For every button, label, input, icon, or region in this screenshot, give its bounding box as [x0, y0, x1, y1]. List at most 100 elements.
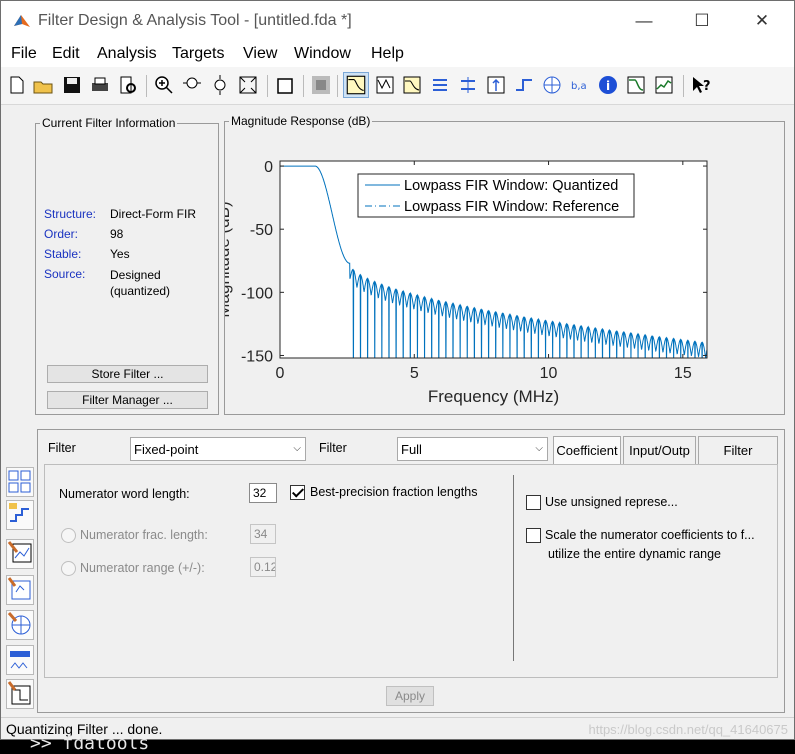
zoom-x-icon[interactable]: [181, 74, 203, 96]
stable-label: Stable:: [44, 247, 82, 261]
sidebar-transform-button[interactable]: [6, 539, 34, 569]
pole-zero-editor-icon: [7, 612, 31, 635]
title-bar: Filter Design & Analysis Tool - [untitle…: [1, 1, 794, 41]
full-view-icon[interactable]: [237, 74, 259, 96]
fdatool-window: Filter Design & Analysis Tool - [untitle…: [0, 0, 795, 740]
design-mode-sidebar: [1, 121, 35, 721]
information-icon[interactable]: i: [597, 74, 619, 96]
numerator-frac-length-field[interactable]: 34: [250, 524, 276, 544]
numerator-word-length-label: Numerator word length:: [59, 487, 190, 501]
tab-filter-internals[interactable]: Filter: [698, 436, 778, 466]
column-divider: [513, 475, 514, 661]
menu-file[interactable]: File: [11, 45, 37, 63]
numerator-range-field[interactable]: 0.12: [250, 557, 276, 577]
design-filter-icon: [7, 681, 31, 705]
phase-delay-icon[interactable]: [457, 74, 479, 96]
menu-targets[interactable]: Targets: [172, 45, 224, 63]
new-file-icon[interactable]: [6, 74, 28, 96]
toolbar: b,a i ?: [1, 67, 794, 105]
menu-window[interactable]: Window: [294, 45, 351, 63]
x-tick-label: 15: [674, 365, 692, 382]
quantize-icon: [9, 503, 29, 522]
filter-arithmetic-select[interactable]: Fixed-point ⌵: [130, 437, 306, 461]
filter-coefficients-icon[interactable]: b,a: [569, 74, 591, 96]
magnitude-estimate-icon[interactable]: [625, 74, 647, 96]
stable-value: Yes: [110, 247, 130, 261]
magnitude-response-chart: 0 5 10 15 0 -50 -100 -150 Frequency (MHz) Magnitu…: [225, 159, 708, 406]
legend-entry-2: Lowpass FIR Window: Reference: [404, 199, 619, 215]
zoom-in-icon[interactable]: [153, 74, 175, 96]
minimize-button[interactable]: —: [621, 1, 667, 41]
menu-analysis[interactable]: Analysis: [97, 45, 157, 63]
tab-coefficient[interactable]: Coefficient: [553, 436, 621, 466]
svg-text:b,a: b,a: [571, 81, 587, 92]
scale-numerator-label-2: utilize the entire dynamic range: [548, 547, 722, 561]
order-label: Order:: [44, 227, 79, 241]
y-tick-label: 0: [264, 159, 273, 176]
round-off-noise-icon[interactable]: [653, 74, 675, 96]
filter-precision-select[interactable]: Full ⌵: [397, 437, 548, 461]
group-delay-icon[interactable]: [429, 74, 451, 96]
magnitude-phase-icon[interactable]: [401, 74, 423, 96]
step-response-icon[interactable]: [513, 74, 535, 96]
scale-numerator-label: Scale the numerator coefficients to f...: [545, 528, 755, 542]
sidebar-pole-zero-editor-button[interactable]: [6, 610, 34, 640]
structure-label: Structure:: [44, 207, 97, 221]
maximize-button[interactable]: ☐: [679, 1, 725, 41]
pole-zero-icon[interactable]: [541, 74, 563, 96]
numerator-range-label: Numerator range (+/-):: [80, 561, 205, 575]
best-precision-checkbox[interactable]: [290, 485, 305, 500]
command-text: >> fdatools: [30, 733, 150, 754]
sidebar-realize-model-button[interactable]: [6, 467, 34, 497]
print-preview-icon[interactable]: [117, 74, 139, 96]
numerator-word-length-field[interactable]: 32: [249, 483, 277, 503]
sidebar-multirate-button[interactable]: [6, 645, 34, 675]
chevron-down-icon: ⌵: [293, 443, 301, 454]
menu-help[interactable]: Help: [371, 45, 404, 63]
use-unsigned-checkbox[interactable]: [526, 495, 541, 510]
numerator-frac-length-label: Numerator frac. length:: [80, 528, 208, 542]
magnitude-response-icon: [346, 75, 366, 95]
zoom-y-icon[interactable]: [209, 74, 231, 96]
numerator-frac-length-radio[interactable]: [61, 528, 76, 543]
transform-filter-icon: [7, 541, 32, 563]
store-filter-button[interactable]: Store Filter ...: [47, 365, 208, 383]
magnitude-response-button[interactable]: [343, 72, 369, 98]
menu-view[interactable]: View: [243, 45, 277, 63]
menu-bar: File Edit Analysis Targets View Window H…: [1, 41, 794, 67]
apply-button[interactable]: Apply: [386, 686, 434, 706]
structure-value: Direct-Form FIR: [110, 207, 196, 221]
best-precision-label: Best-precision fraction lengths: [310, 485, 478, 499]
save-icon[interactable]: [61, 74, 83, 96]
open-folder-icon[interactable]: [32, 74, 54, 96]
y-axis-label: Magnitude (dB): [225, 201, 233, 317]
impulse-response-icon[interactable]: [485, 74, 507, 96]
sidebar-design-filter-button[interactable]: [6, 679, 34, 709]
import-filter-icon: [7, 577, 31, 600]
x-axis-label: Frequency (MHz): [428, 387, 559, 406]
phase-response-icon[interactable]: [374, 74, 396, 96]
filter-design-icon[interactable]: [310, 74, 332, 96]
tab-input-output[interactable]: Input/Outp: [623, 436, 696, 466]
sidebar-import-button[interactable]: [6, 575, 34, 605]
window-title: Filter Design & Analysis Tool - [untitle…: [38, 12, 352, 29]
block-diagram-icon: [8, 470, 31, 493]
x-tick-label: 0: [276, 365, 285, 382]
current-filter-info-panel: Current Filter Information Structure: Di…: [35, 116, 219, 415]
new-figure-icon[interactable]: [274, 74, 296, 96]
x-tick-label: 5: [410, 365, 419, 382]
use-unsigned-label: Use unsigned represe...: [545, 495, 678, 509]
source-value: Designed (quantized): [110, 268, 171, 298]
coefficient-tab-content: Numerator word length: 32 Best-precision…: [44, 464, 778, 678]
scale-numerator-checkbox[interactable]: [526, 528, 541, 543]
filter-manager-button[interactable]: Filter Manager ...: [47, 391, 208, 409]
chevron-down-icon: ⌵: [535, 443, 543, 454]
filter-precision-value: Full: [401, 442, 422, 457]
print-icon[interactable]: [89, 74, 111, 96]
sidebar-quantization-button[interactable]: [6, 500, 34, 530]
whats-this-help-icon[interactable]: ?: [690, 74, 712, 96]
menu-edit[interactable]: Edit: [52, 45, 80, 63]
numerator-range-radio[interactable]: [61, 561, 76, 576]
close-button[interactable]: ✕: [739, 1, 785, 41]
filter-arithmetic-label: Filter: [48, 441, 76, 455]
